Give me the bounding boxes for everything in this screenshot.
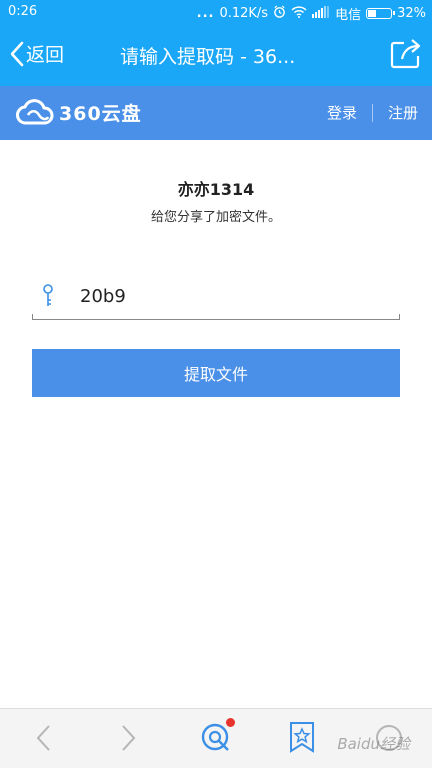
bookmark-button[interactable]: [289, 721, 315, 757]
key-icon: [42, 284, 54, 312]
page-title: 请输入提取码 - 36...: [120, 46, 296, 68]
divider: [371, 103, 373, 122]
extract-code-input[interactable]: [80, 282, 380, 310]
wifi-icon: [291, 5, 307, 22]
extract-code-field: [32, 274, 400, 320]
login-link[interactable]: 登录: [327, 102, 357, 123]
auth-links: 登录 注册: [327, 102, 418, 123]
chevron-right-icon: [122, 725, 136, 751]
network-speed: 0.12K/s: [219, 6, 269, 21]
extract-file-button[interactable]: 提取文件: [32, 349, 400, 397]
status-bar: 0:26 ... 0.12K/s 电信 32%: [0, 0, 432, 24]
logo-text: 360云盘: [59, 102, 142, 125]
share-icon: [390, 39, 421, 69]
notification-badge: [226, 718, 235, 727]
home-button[interactable]: [200, 718, 235, 757]
forward-nav-button[interactable]: [120, 723, 138, 757]
back-label: 返回: [26, 44, 65, 66]
battery-percent: 32%: [397, 6, 426, 21]
alarm-icon: [273, 5, 286, 22]
status-dots: ...: [196, 6, 215, 21]
back-nav-button[interactable]: [34, 723, 52, 757]
sharer-name: 亦亦1314: [177, 180, 255, 199]
chevron-left-icon: [36, 725, 50, 751]
app-header: 返回 请输入提取码 - 36...: [0, 24, 432, 86]
register-link[interactable]: 注册: [388, 102, 418, 123]
share-button[interactable]: [390, 39, 422, 73]
status-time: 0:26: [8, 4, 38, 19]
logo-360-cloud[interactable]: 360云盘: [16, 97, 142, 127]
bookmark-star-icon: [290, 722, 314, 753]
signal-icon: [312, 5, 330, 22]
share-description: 给您分享了加密文件。: [150, 210, 281, 225]
input-underline: [32, 314, 400, 320]
browser-toolbar: Baidu经验: [0, 708, 432, 768]
battery-icon: [366, 8, 396, 19]
brand-bar: 360云盘 登录 注册: [0, 86, 432, 140]
carrier-name: 电信: [335, 8, 362, 23]
back-button[interactable]: 返回: [10, 40, 64, 67]
watermark: Baidu经验: [337, 735, 410, 753]
chevron-left-icon: [10, 41, 24, 66]
status-indicators: ... 0.12K/s 电信 32%: [197, 4, 426, 23]
cloud-icon: [16, 99, 54, 125]
